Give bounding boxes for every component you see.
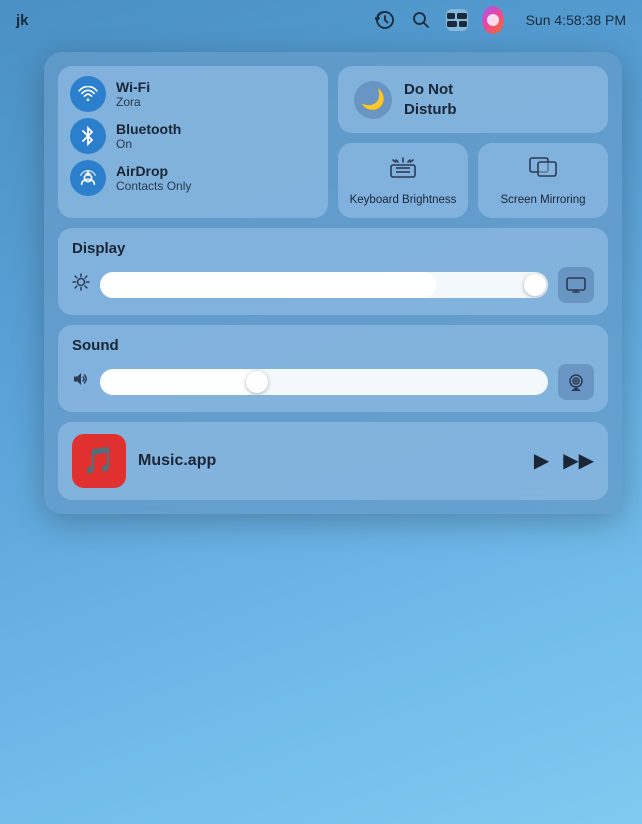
menu-bar: jk: [0, 0, 642, 40]
airplay-audio-btn[interactable]: [558, 364, 594, 400]
airdrop-icon: [70, 160, 106, 196]
menu-bar-time: Sun 4:58:38 PM: [526, 12, 626, 28]
keyboard-brightness-icon: [389, 153, 417, 187]
brightness-thumb: [524, 274, 546, 296]
bluetooth-item[interactable]: Bluetooth On: [70, 118, 316, 154]
volume-fill: [100, 369, 257, 395]
display-section: Display: [58, 228, 608, 315]
dnd-label: Do NotDisturb: [404, 80, 457, 119]
keyboard-brightness-card[interactable]: Keyboard Brightness: [338, 143, 468, 218]
bluetooth-icon: [70, 118, 106, 154]
fast-forward-button[interactable]: ▶▶: [563, 448, 594, 473]
airdrop-text: AirDrop Contacts Only: [116, 163, 191, 193]
control-center-panel: Wi-Fi Zora Bluetooth On: [44, 52, 622, 514]
keyboard-brightness-label: Keyboard Brightness: [350, 193, 457, 208]
dnd-icon: 🌙: [354, 81, 392, 119]
wifi-item[interactable]: Wi-Fi Zora: [70, 76, 316, 112]
display-settings-btn[interactable]: [558, 267, 594, 303]
music-controls: ▶ ▶▶: [534, 448, 594, 473]
wifi-text: Wi-Fi Zora: [116, 79, 150, 109]
screen-mirroring-icon: [529, 153, 557, 187]
bluetooth-sub: On: [116, 137, 181, 151]
play-button[interactable]: ▶: [534, 448, 549, 473]
brightness-row: [72, 267, 594, 303]
music-card: 🎵 Music.app ▶ ▶▶: [58, 422, 608, 500]
siri-icon[interactable]: [482, 9, 504, 31]
brightness-icon: [72, 273, 90, 296]
volume-slider[interactable]: [100, 369, 548, 395]
control-center-icon[interactable]: [446, 9, 468, 31]
screen-mirroring-card[interactable]: Screen Mirroring: [478, 143, 608, 218]
wifi-label: Wi-Fi: [116, 79, 150, 95]
display-title: Display: [72, 240, 594, 257]
history-icon[interactable]: [374, 9, 396, 31]
top-grid: Wi-Fi Zora Bluetooth On: [58, 66, 608, 218]
menu-bar-icons: Sun 4:58:38 PM: [374, 9, 626, 31]
bluetooth-label: Bluetooth: [116, 121, 181, 137]
bluetooth-text: Bluetooth On: [116, 121, 181, 151]
music-app-name: Music.app: [138, 452, 522, 470]
search-icon[interactable]: [410, 9, 432, 31]
wifi-sub: Zora: [116, 95, 150, 109]
brightness-fill: [100, 272, 436, 298]
sound-section: Sound: [58, 325, 608, 412]
right-top-section: 🌙 Do NotDisturb: [338, 66, 608, 218]
screen-mirroring-label: Screen Mirroring: [501, 193, 586, 208]
dnd-card[interactable]: 🌙 Do NotDisturb: [338, 66, 608, 133]
user-initials: jk: [16, 12, 29, 29]
music-app-icon: 🎵: [72, 434, 126, 488]
volume-thumb: [246, 371, 268, 393]
brightness-slider[interactable]: [100, 272, 548, 298]
volume-icon: [72, 370, 90, 393]
network-card: Wi-Fi Zora Bluetooth On: [58, 66, 328, 218]
small-buttons-grid: Keyboard Brightness Screen Mirroring: [338, 143, 608, 218]
airdrop-sub: Contacts Only: [116, 179, 191, 193]
wifi-icon: [70, 76, 106, 112]
volume-row: [72, 364, 594, 400]
sound-title: Sound: [72, 337, 594, 354]
airdrop-label: AirDrop: [116, 163, 191, 179]
airdrop-item[interactable]: AirDrop Contacts Only: [70, 160, 316, 196]
